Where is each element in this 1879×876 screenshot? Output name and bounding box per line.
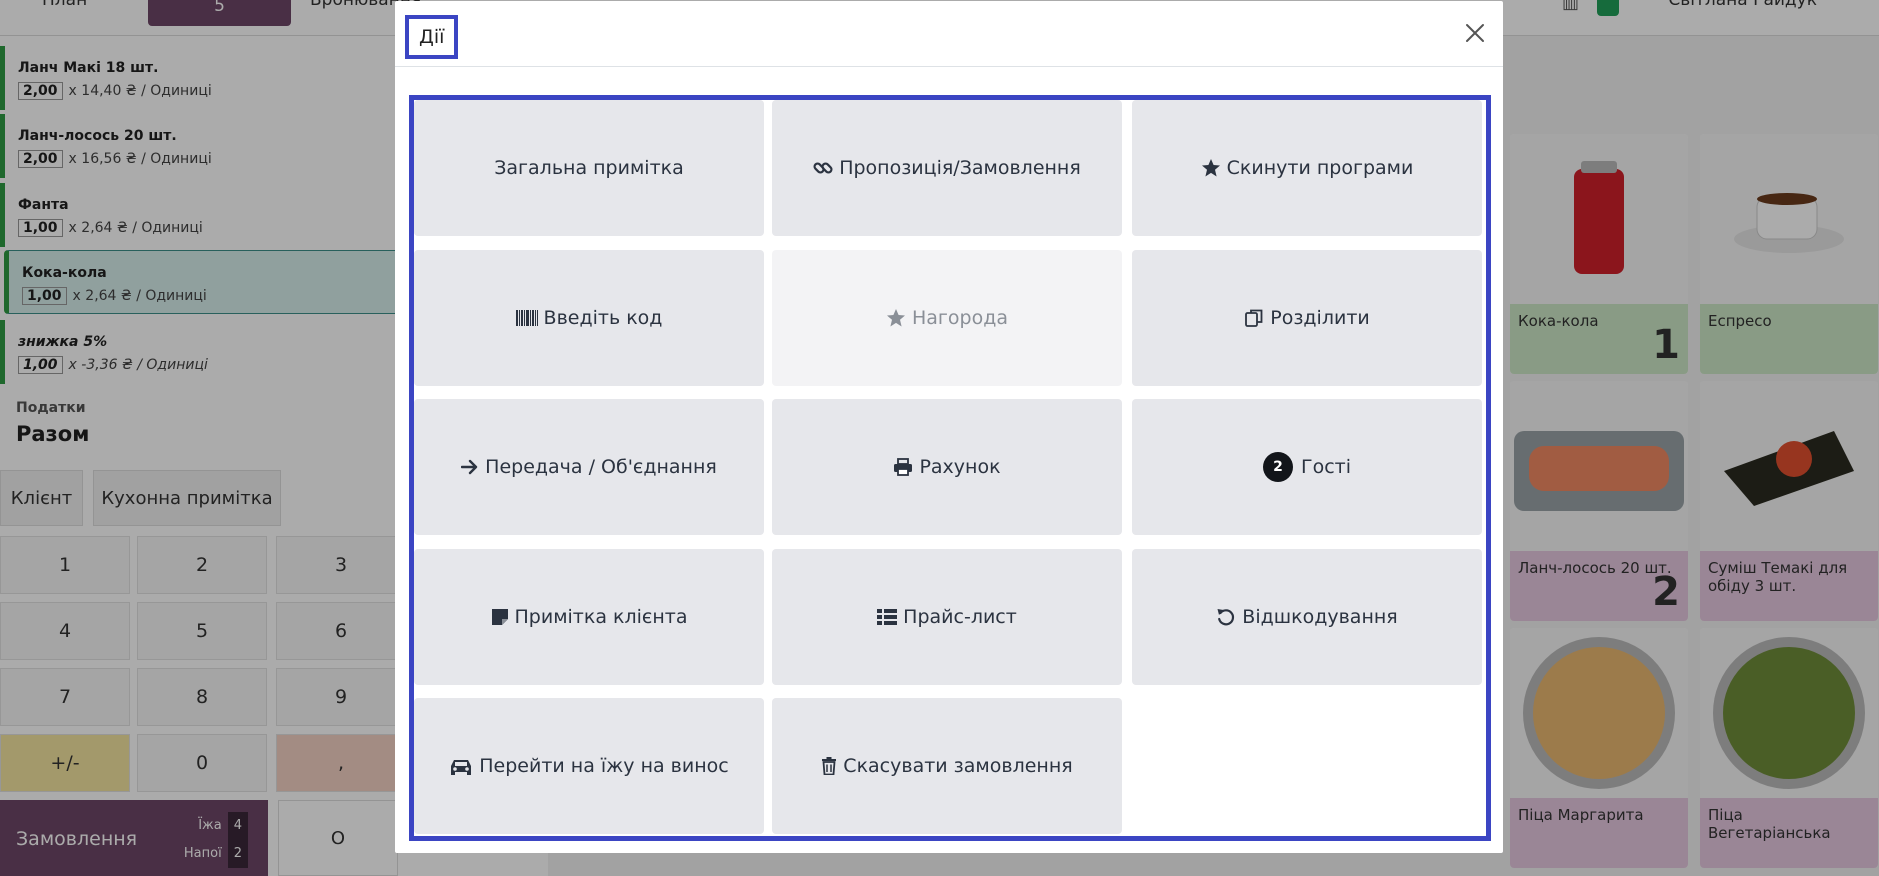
action-label: Нагорода	[911, 307, 1008, 329]
link-icon	[813, 158, 833, 178]
action-label: Передача / Об'єднання	[485, 456, 717, 478]
pricelist-button[interactable]: Прайс-лист	[772, 549, 1122, 685]
list-icon	[877, 608, 898, 626]
general-note-button[interactable]: Загальна примітка	[414, 100, 764, 236]
dialog-title: Дії	[405, 15, 459, 59]
actions-grid: Загальна примітка Пропозиція/Замовлення …	[409, 95, 1491, 841]
undo-icon	[1216, 607, 1236, 627]
reward-button[interactable]: Нагорода	[772, 250, 1122, 386]
copy-icon	[1244, 308, 1264, 328]
action-label: Загальна примітка	[494, 157, 684, 179]
action-label: Пропозиція/Замовлення	[839, 157, 1081, 179]
action-label: Гості	[1300, 456, 1351, 478]
reset-programs-button[interactable]: Скинути програми	[1132, 100, 1482, 236]
quotation-order-button[interactable]: Пропозиція/Замовлення	[772, 100, 1122, 236]
action-label: Перейти на їжу на винос	[479, 755, 729, 777]
close-icon[interactable]	[1461, 19, 1489, 47]
cancel-order-button[interactable]: Скасувати замовлення	[772, 698, 1122, 834]
star-icon	[1201, 158, 1221, 178]
guests-count-badge: 2	[1262, 452, 1293, 482]
barcode-icon	[515, 309, 538, 327]
action-label: Скинути програми	[1226, 157, 1414, 179]
trash-icon	[821, 757, 837, 775]
guests-button[interactable]: 2 Гості	[1132, 399, 1482, 535]
dialog-header: Дії	[395, 1, 1503, 67]
action-label: Рахунок	[919, 456, 1001, 478]
refund-button[interactable]: Відшкодування	[1132, 549, 1482, 685]
action-label: Розділити	[1270, 307, 1370, 329]
sticky-note-icon	[491, 608, 509, 626]
enter-code-button[interactable]: Введіть код	[414, 250, 764, 386]
star-icon	[886, 308, 906, 328]
bill-button[interactable]: Рахунок	[772, 399, 1122, 535]
action-label: Введіть код	[543, 307, 663, 329]
split-button[interactable]: Розділити	[1132, 250, 1482, 386]
car-icon	[449, 757, 473, 775]
print-icon	[893, 458, 913, 476]
action-label: Скасувати замовлення	[843, 755, 1073, 777]
takeaway-button[interactable]: Перейти на їжу на винос	[414, 698, 764, 834]
transfer-merge-button[interactable]: Передача / Об'єднання	[414, 399, 764, 535]
customer-note-button[interactable]: Примітка клієнта	[414, 549, 764, 685]
arrow-right-icon	[461, 459, 479, 475]
action-label: Прайс-лист	[903, 606, 1017, 628]
actions-dialog: Дії Загальна примітка Пропозиція/Замовле…	[395, 1, 1503, 853]
action-label: Примітка клієнта	[514, 606, 688, 628]
action-label: Відшкодування	[1242, 606, 1398, 628]
